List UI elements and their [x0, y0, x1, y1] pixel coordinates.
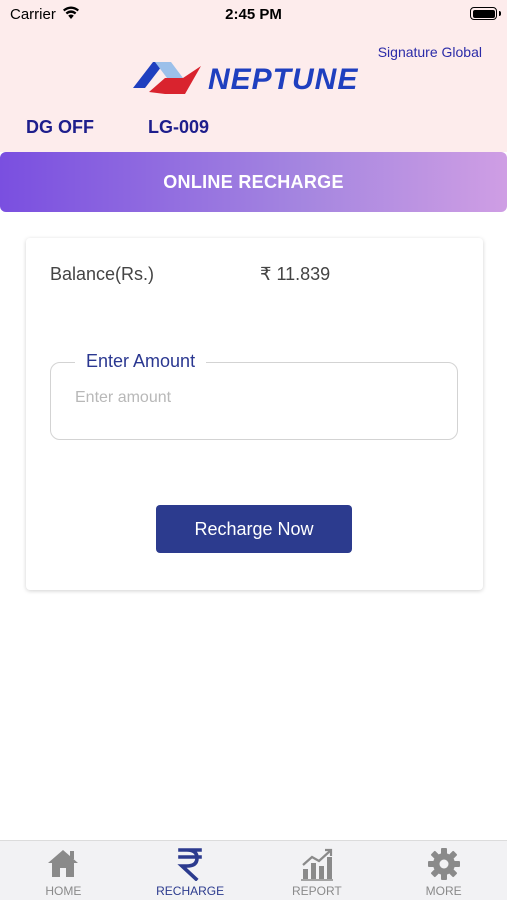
tab-recharge[interactable]: RECHARGE — [127, 841, 254, 900]
tab-label-recharge: RECHARGE — [156, 884, 225, 898]
balance-label: Balance(Rs.) — [50, 264, 155, 284]
amount-input[interactable] — [75, 389, 435, 407]
tab-report[interactable]: REPORT — [254, 841, 381, 900]
tab-label-home: HOME — [45, 884, 82, 898]
meter-id: LG-009 — [148, 117, 210, 137]
gear-icon — [427, 848, 460, 880]
banner-title: ONLINE RECHARGE — [163, 171, 344, 192]
organization-name: Signature Global — [377, 44, 482, 60]
rupee-icon — [177, 848, 202, 881]
online-recharge-banner: ONLINE RECHARGE — [0, 152, 507, 212]
tab-label-report: REPORT — [291, 884, 342, 898]
logo-text: NEPTUNE — [208, 63, 359, 96]
recharge-now-button[interactable]: Recharge Now — [156, 505, 352, 553]
app-header: Signature Global NEPTUNE DG OFF LG-009 — [0, 30, 507, 152]
recharge-card: Balance(Rs.) ₹ 11.839 Enter Amount Recha… — [26, 238, 483, 590]
battery-fill — [472, 9, 495, 18]
report-chart-icon — [300, 848, 333, 881]
tab-more[interactable]: MORE — [380, 841, 507, 900]
bottom-tab-bar: HOME RECHARGE REPORT MORE — [0, 840, 507, 900]
battery-icon — [470, 7, 501, 20]
tab-home[interactable]: HOME — [0, 841, 127, 900]
amount-field-label: Enter Amount — [75, 351, 207, 372]
tab-label-more: MORE — [425, 884, 462, 898]
dg-status: DG OFF — [26, 117, 94, 137]
neptune-logo: NEPTUNE — [125, 52, 385, 108]
balance-value: ₹ 11.839 — [260, 264, 331, 284]
amount-field[interactable]: Enter Amount — [50, 351, 458, 440]
status-time: 2:45 PM — [225, 6, 282, 23]
status-bar: Carrier 2:45 PM — [0, 0, 507, 30]
home-icon — [48, 850, 79, 877]
neptune-logo-mark-icon — [133, 62, 201, 94]
